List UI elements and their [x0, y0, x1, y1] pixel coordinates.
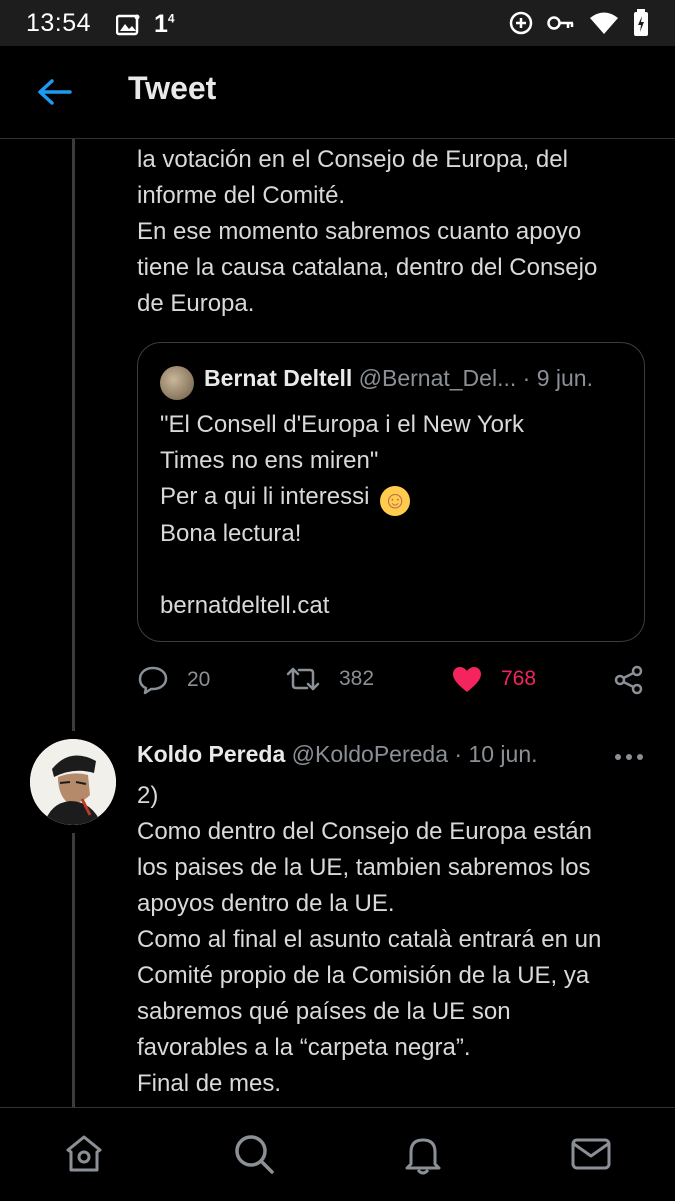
- tweet-2-line: apoyos dentro de la UE.: [137, 890, 395, 917]
- like-count: 768: [501, 667, 537, 690]
- notifications-icon[interactable]: [401, 1132, 445, 1176]
- thread-line-top: [72, 139, 75, 591]
- tweet-1-line: informe del Comité.: [137, 182, 346, 209]
- battery-charging-icon: [634, 9, 648, 36]
- quoted-line: [160, 552, 620, 588]
- tweet-1-line: de Europa.: [137, 290, 255, 317]
- quoted-author-name[interactable]: Bernat Deltell: [204, 365, 352, 391]
- author-name[interactable]: Koldo Pereda: [137, 741, 285, 767]
- tweet-thread[interactable]: la votación en el Consejo de Europa, del…: [0, 139, 675, 1107]
- tweet-1-actions: 20 382 768: [137, 665, 647, 701]
- tweet-2-line: favorables a la “carpeta negra”.: [137, 1034, 471, 1061]
- tweet-1-text: la votación en el Consejo de Europa, del…: [137, 142, 647, 322]
- tweet-1-line: En ese momento sabremos cuanto apoyo: [137, 218, 582, 245]
- more-options-icon[interactable]: [612, 745, 646, 769]
- tweet-2-line: los paises de la UE, tambien sabremos lo…: [137, 854, 591, 881]
- like-button[interactable]: 768: [451, 665, 536, 693]
- author-avatar[interactable]: [30, 739, 116, 825]
- page-title: Tweet: [128, 70, 217, 106]
- quoted-link[interactable]: bernatdeltell.cat: [160, 588, 620, 624]
- reply-icon: [138, 666, 168, 695]
- share-icon: [614, 665, 643, 695]
- avatar-illustration: [30, 739, 116, 825]
- retweet-count: 382: [339, 667, 375, 690]
- quoted-tweet-text: "El Consell d'Europa i el New York Times…: [160, 407, 620, 624]
- tweet-2-line: 2): [137, 782, 159, 809]
- quoted-tweet-card[interactable]: Bernat Deltell @Bernat_Del... · 9 jun. "…: [137, 342, 645, 642]
- heart-filled-icon: [453, 667, 481, 692]
- quoted-line: Per a qui li interessi: [160, 483, 370, 510]
- reply-count: 20: [187, 668, 211, 691]
- key-icon: [547, 16, 574, 30]
- wifi-icon: [590, 12, 618, 34]
- smiling-emoji-icon: ☺: [380, 486, 411, 516]
- status-time: 13:54: [26, 9, 92, 37]
- home-icon[interactable]: [62, 1132, 106, 1176]
- back-arrow-icon[interactable]: [34, 76, 74, 108]
- status-bar: 13:54 14: [0, 0, 675, 46]
- quoted-tweet-header: Bernat Deltell @Bernat_Del... · 9 jun.: [204, 365, 593, 392]
- tweet-2-line: sabremos qué países de la UE son: [137, 998, 511, 1025]
- add-circle-icon: [509, 11, 533, 35]
- status-notification-count: 14: [154, 10, 175, 38]
- tweet-2-line: Como dentro del Consejo de Europa están: [137, 818, 592, 845]
- quoted-tweet-date: · 9 jun.: [522, 365, 593, 391]
- share-button[interactable]: [613, 665, 645, 695]
- messages-icon[interactable]: [569, 1132, 613, 1176]
- author-handle[interactable]: @KoldoPereda: [292, 741, 448, 767]
- tweet-2-header: Koldo Pereda @KoldoPereda · 10 jun.: [137, 741, 538, 768]
- tweet-2-line: Final de mes.: [137, 1070, 282, 1097]
- quoted-line: "El Consell d'Europa i el New York: [160, 411, 524, 438]
- tweet-2-line: Como al final el asunto català entrará e…: [137, 926, 602, 953]
- status-left-icons: 14: [116, 10, 175, 39]
- quoted-author-handle[interactable]: @Bernat_Del...: [359, 365, 517, 391]
- quoted-line: Bona lectura!: [160, 520, 302, 547]
- quoted-line-with-emoji: Per a qui li interessi ☺: [160, 479, 620, 516]
- thread-line-middle: [72, 591, 75, 731]
- app-bar: Tweet: [0, 46, 675, 139]
- image-icon: [116, 14, 140, 35]
- tweet-2-line: Comité propio de la Comisión de la UE, y…: [137, 962, 590, 989]
- tweet-2-text: 2) Como dentro del Consejo de Europa est…: [137, 778, 647, 1102]
- tweet-1-line: la votación en el Consejo de Europa, del: [137, 146, 568, 173]
- retweet-button[interactable]: 382: [285, 665, 374, 693]
- quoted-line: Times no ens miren": [160, 447, 379, 474]
- tweet-date: · 10 jun.: [454, 741, 538, 767]
- search-icon[interactable]: [232, 1132, 276, 1176]
- reply-button[interactable]: 20: [137, 665, 210, 695]
- retweet-icon: [286, 667, 320, 691]
- thread-line-bottom: [72, 833, 75, 1107]
- status-right-icons: [509, 9, 649, 37]
- tweet-1-line: tiene la causa catalana, dentro del Cons…: [137, 254, 598, 281]
- bottom-navigation: [0, 1107, 675, 1201]
- quoted-author-avatar[interactable]: [160, 366, 194, 400]
